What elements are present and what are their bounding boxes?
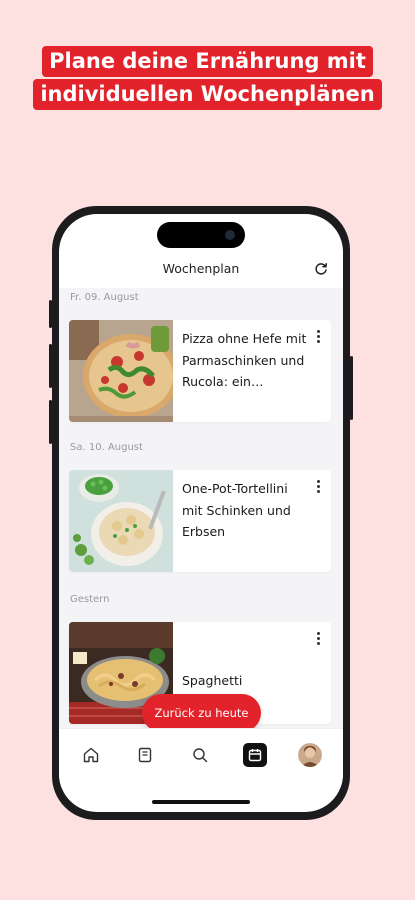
recipe-image-pizza [69,320,173,422]
phone-volume-down-button [49,400,52,444]
phone-power-button [350,356,353,420]
promo-headline: Plane deine Ernährung mit individuellen … [0,46,415,110]
app-screen: Wochenplan Fr. 09. August Pizza ohne Hef… [59,214,343,812]
day-label-3: Gestern [70,594,110,605]
refresh-icon[interactable] [313,261,329,277]
front-camera [225,230,235,240]
home-icon[interactable] [79,743,103,767]
promo-headline-line-2: individuellen Wochenplänen [33,79,382,110]
recipe-card-pizza[interactable]: Pizza ohne Hefe mit Parmaschinken und Ru… [69,320,331,422]
day-label-2: Sa. 10. August [70,442,143,453]
recipe-book-icon[interactable] [133,743,157,767]
back-to-today-button[interactable]: Zurück zu heute [142,694,261,732]
promo-headline-line-1: Plane deine Ernährung mit [42,46,373,77]
profile-avatar[interactable] [298,743,322,767]
calendar-icon[interactable] [243,743,267,767]
recipe-title-pizza: Pizza ohne Hefe mit Parmaschinken und Ru… [182,331,307,389]
recipe-card-tortellini[interactable]: One-Pot-Tortellini mit Schinken und Erbs… [69,470,331,572]
dynamic-island [157,222,245,248]
day-label-1: Fr. 09. August [70,292,139,303]
home-indicator [152,800,250,804]
top-bar: Wochenplan [59,258,343,280]
bottom-tab-bar [59,728,343,788]
week-plan-list[interactable]: Fr. 09. August Pizza ohne Hefe mit Parma… [59,288,343,728]
search-icon[interactable] [188,743,212,767]
more-vertical-icon[interactable] [312,480,324,496]
recipe-title-tortellini: One-Pot-Tortellini mit Schinken und Erbs… [182,481,291,539]
more-vertical-icon[interactable] [312,632,324,648]
phone-side-button [49,300,52,328]
phone-volume-up-button [49,344,52,388]
more-vertical-icon[interactable] [312,330,324,346]
page-title: Wochenplan [162,261,240,276]
recipe-image-tortellini [69,470,173,572]
